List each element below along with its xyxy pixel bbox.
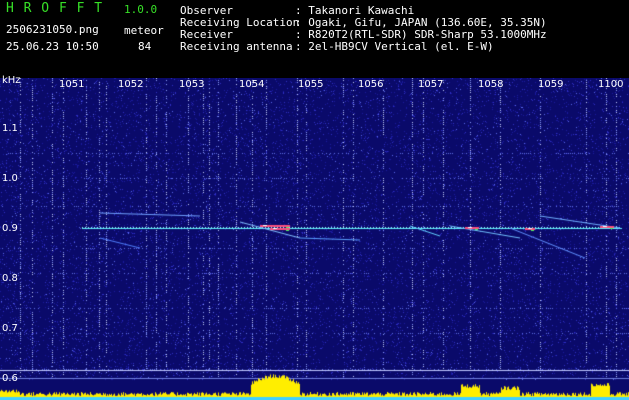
x-tick-label: 1056 (358, 79, 384, 90)
meteor-count: 84 (138, 40, 152, 53)
x-tick-label: 1053 (179, 79, 205, 90)
info-value-antenna: : 2el-HB9CV Vertical (el. E-W) (295, 40, 494, 53)
y-tick-label: 0.9 (2, 223, 18, 234)
x-tick-label: 1051 (59, 79, 85, 90)
y-tick-label: 0.7 (2, 323, 18, 334)
image-filename: 2506231050.png (6, 23, 99, 36)
x-tick-label: 1054 (239, 79, 265, 90)
capture-datetime: 25.06.23 10:50 (6, 40, 99, 53)
x-tick-label: 1055 (298, 79, 324, 90)
app-name: H R O F F T (6, 1, 104, 16)
x-tick-label: 1052 (118, 79, 144, 90)
x-tick-label: 1100 (598, 79, 624, 90)
info-label-antenna: Receiving antenna (180, 40, 293, 53)
y-tick-label: 1.1 (2, 123, 18, 134)
app-version: 1.0.0 (124, 3, 158, 16)
y-tick-label: 0.6 (2, 373, 18, 384)
spectrogram-canvas (0, 78, 629, 400)
y-axis-unit: kHz (2, 75, 21, 86)
x-tick-label: 1059 (538, 79, 564, 90)
x-tick-label: 1058 (478, 79, 504, 90)
y-tick-label: 0.8 (2, 273, 18, 284)
header-panel: H R O F F T 1.0.0 2506231050.png meteor … (0, 0, 629, 72)
x-tick-label: 1057 (418, 79, 444, 90)
mode-label: meteor (124, 24, 164, 37)
y-tick-label: 1.0 (2, 173, 18, 184)
